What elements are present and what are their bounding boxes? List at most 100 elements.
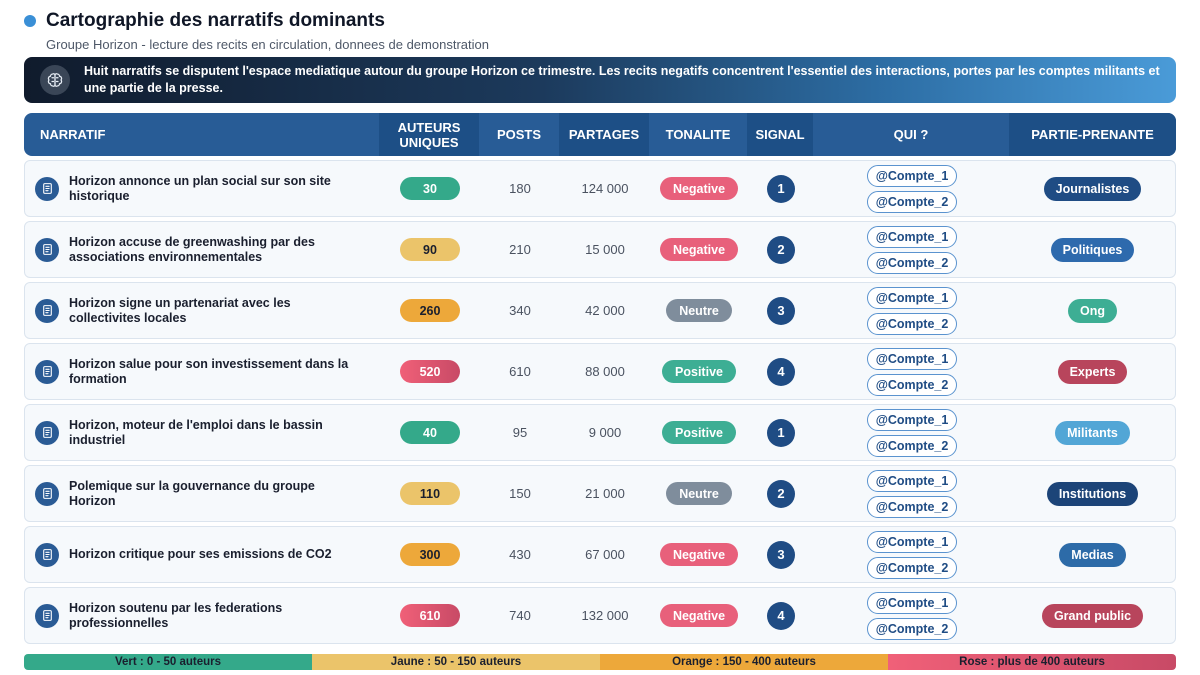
stakeholder-badge: Experts	[1057, 359, 1128, 384]
stakeholder-badge: Institutions	[1046, 481, 1139, 506]
narrative-title[interactable]: Horizon accuse de greenwashing par des a…	[69, 235, 359, 265]
tone-badge: Negative	[659, 543, 739, 566]
stakeholder-badge: Grand public	[1041, 603, 1144, 628]
tone-cell: Negative	[650, 177, 748, 200]
column-header-partie-prenante[interactable]: PARTIE-PRENANTE	[1009, 113, 1176, 156]
signal-badge: 1	[767, 418, 795, 447]
narrative-cell: Horizon, moteur de l'emploi dans le bass…	[25, 418, 380, 448]
posts-count: 210	[509, 242, 531, 257]
signal-badge: 4	[767, 357, 795, 386]
account-chip[interactable]: @Compte_1	[867, 286, 957, 309]
shares-count: 15 000	[585, 242, 625, 257]
narrative-title[interactable]: Horizon soutenu par les federations prof…	[69, 601, 359, 631]
signal-cell: 1	[748, 418, 814, 447]
tone-cell: Neutre	[650, 482, 748, 505]
column-header-tonalite[interactable]: TONALITE	[649, 113, 747, 156]
accounts-cell: @Compte_1 @Compte_2	[814, 347, 1010, 396]
shares-count: 21 000	[585, 486, 625, 501]
signal-badge: 3	[767, 540, 795, 569]
document-icon	[35, 298, 59, 323]
account-chip[interactable]: @Compte_2	[867, 312, 957, 335]
account-chip[interactable]: @Compte_2	[867, 251, 957, 274]
table-row[interactable]: Horizon signe un partenariat avec les co…	[24, 282, 1176, 339]
narrative-cell: Horizon annonce un plan social sur son s…	[25, 174, 380, 204]
account-chip[interactable]: @Compte_2	[867, 617, 957, 640]
document-icon	[35, 542, 59, 567]
account-chip[interactable]: @Compte_1	[867, 347, 957, 370]
narrative-title[interactable]: Horizon critique pour ses emissions de C…	[69, 547, 359, 562]
posts-count: 610	[509, 364, 531, 379]
signal-cell: 2	[748, 479, 814, 508]
account-chip[interactable]: @Compte_1	[867, 164, 957, 187]
authors-cell: 300	[380, 543, 480, 566]
narrative-title[interactable]: Horizon, moteur de l'emploi dans le bass…	[69, 418, 359, 448]
account-chip[interactable]: @Compte_1	[867, 469, 957, 492]
accounts-cell: @Compte_1 @Compte_2	[814, 225, 1010, 274]
accounts-cell: @Compte_1 @Compte_2	[814, 164, 1010, 213]
signal-badge: 2	[767, 235, 795, 264]
narrative-title[interactable]: Horizon salue pour son investissement da…	[69, 357, 359, 387]
account-chip[interactable]: @Compte_2	[867, 495, 957, 518]
account-chip[interactable]: @Compte_2	[867, 373, 957, 396]
table-row[interactable]: Horizon salue pour son investissement da…	[24, 343, 1176, 400]
account-chip[interactable]: @Compte_2	[867, 190, 957, 213]
column-header-narratif[interactable]: NARRATIF	[24, 113, 379, 156]
signal-cell: 4	[748, 357, 814, 386]
stakeholder-badge: Militants	[1055, 420, 1130, 445]
author-count-legend: Vert : 0 - 50 auteurs Jaune : 50 - 150 au…	[24, 654, 1176, 670]
narrative-cell: Horizon salue pour son investissement da…	[25, 357, 380, 387]
narrative-cell: Horizon soutenu par les federations prof…	[25, 601, 380, 631]
accounts-cell: @Compte_1 @Compte_2	[814, 286, 1010, 335]
account-chip[interactable]: @Compte_2	[867, 434, 957, 457]
authors-count-badge: 300	[400, 543, 460, 566]
banner-text: Huit narratifs se disputent l'espace med…	[84, 64, 1160, 95]
stakeholder-cell: Ong	[1010, 298, 1175, 323]
narrative-cell: Polemique sur la gouvernance du groupe H…	[25, 479, 380, 509]
signal-badge: 3	[767, 296, 795, 325]
table-header: NARRATIF AUTEURS UNIQUES POSTS PARTAGES …	[24, 113, 1176, 156]
account-chip[interactable]: @Compte_1	[867, 225, 957, 248]
tone-badge: Neutre	[666, 299, 732, 322]
tone-cell: Negative	[650, 604, 748, 627]
signal-badge: 2	[767, 479, 795, 508]
account-chip[interactable]: @Compte_1	[867, 408, 957, 431]
narrative-title[interactable]: Horizon signe un partenariat avec les co…	[69, 296, 359, 326]
stakeholder-cell: Grand public	[1010, 603, 1175, 628]
document-icon	[35, 176, 59, 201]
stakeholder-cell: Experts	[1010, 359, 1175, 384]
column-header-auteurs[interactable]: AUTEURS UNIQUES	[379, 113, 479, 156]
account-chip[interactable]: @Compte_1	[867, 530, 957, 553]
authors-cell: 520	[380, 360, 480, 383]
legend-item-jaune: Jaune : 50 - 150 auteurs	[312, 654, 600, 670]
narrative-title[interactable]: Horizon annonce un plan social sur son s…	[69, 174, 359, 204]
summary-banner: Huit narratifs se disputent l'espace med…	[24, 57, 1176, 103]
narrative-title[interactable]: Polemique sur la gouvernance du groupe H…	[69, 479, 359, 509]
column-header-signal[interactable]: SIGNAL	[747, 113, 813, 156]
table-row[interactable]: Horizon soutenu par les federations prof…	[24, 587, 1176, 644]
table-row[interactable]: Horizon accuse de greenwashing par des a…	[24, 221, 1176, 278]
authors-count-badge: 260	[400, 299, 460, 322]
stakeholder-badge: Ong	[1068, 298, 1117, 323]
document-icon	[35, 359, 59, 384]
tone-badge: Negative	[659, 238, 739, 261]
authors-cell: 90	[380, 238, 480, 261]
signal-cell: 4	[748, 601, 814, 630]
page-title: Cartographie des narratifs dominants	[46, 10, 385, 31]
account-chip[interactable]: @Compte_2	[867, 556, 957, 579]
table-row[interactable]: Horizon critique pour ses emissions de C…	[24, 526, 1176, 583]
narrative-cell: Horizon accuse de greenwashing par des a…	[25, 235, 380, 265]
table-row[interactable]: Polemique sur la gouvernance du groupe H…	[24, 465, 1176, 522]
stakeholder-cell: Medias	[1010, 542, 1175, 567]
column-header-qui[interactable]: QUI ?	[813, 113, 1009, 156]
tone-cell: Negative	[650, 543, 748, 566]
narrative-cell: Horizon critique pour ses emissions de C…	[25, 542, 380, 567]
table-row[interactable]: Horizon, moteur de l'emploi dans le bass…	[24, 404, 1176, 461]
accounts-cell: @Compte_1 @Compte_2	[814, 408, 1010, 457]
column-header-partages[interactable]: PARTAGES	[559, 113, 649, 156]
authors-cell: 30	[380, 177, 480, 200]
table-row[interactable]: Horizon annonce un plan social sur son s…	[24, 160, 1176, 217]
account-chip[interactable]: @Compte_1	[867, 591, 957, 614]
column-header-posts[interactable]: POSTS	[479, 113, 559, 156]
title-row: Cartographie des narratifs dominants	[24, 9, 1176, 33]
tone-badge: Negative	[659, 177, 739, 200]
